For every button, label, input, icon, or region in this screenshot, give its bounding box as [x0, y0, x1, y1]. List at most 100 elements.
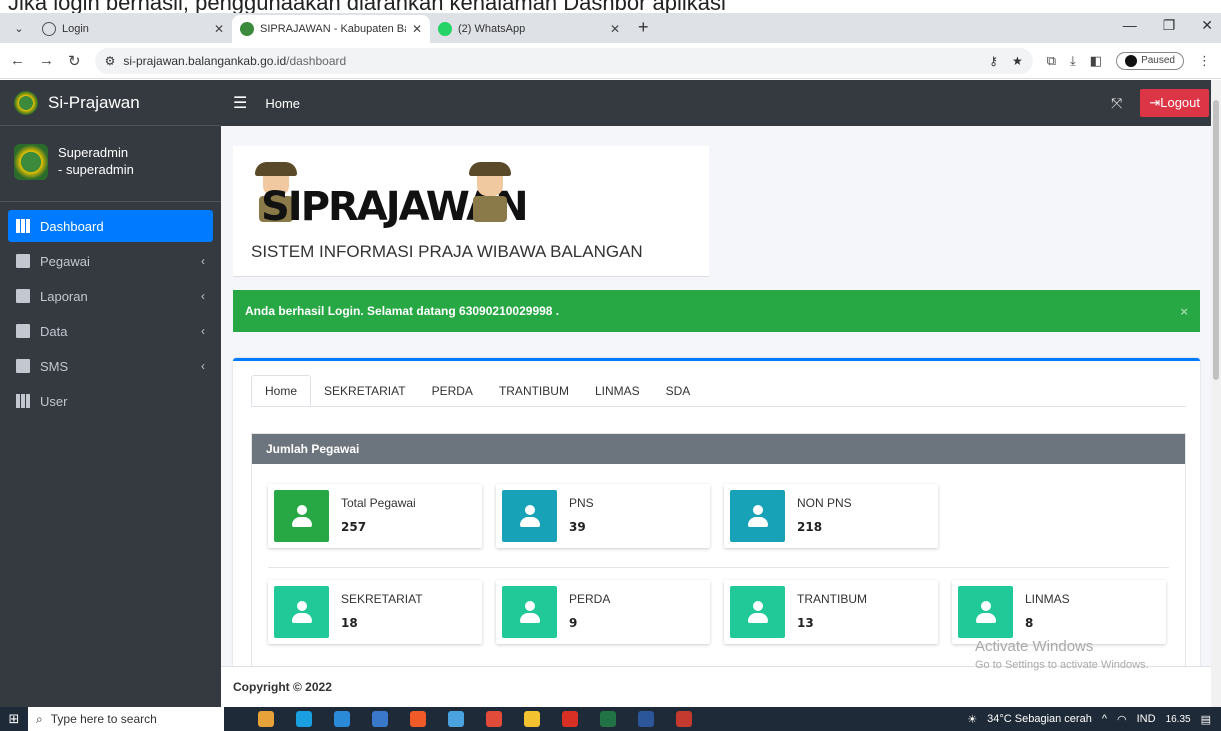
back-icon[interactable]: ←	[10, 52, 25, 69]
sidebar-item-label: SMS	[40, 358, 69, 374]
network-icon[interactable]: ◠	[1117, 713, 1127, 726]
browser-tab-bar: ⌄ Login ✕ SIPRAJAWAN - Kabupaten Bala… ✕…	[0, 13, 1221, 43]
weather-text[interactable]: 34°C Sebagian cerah	[987, 713, 1092, 725]
sidebar-item-pegawai[interactable]: Pegawai ‹	[8, 245, 213, 277]
url-field[interactable]: ⚙ si-prajawan.balangankab.go.id/dashboar…	[94, 47, 1033, 74]
login-success-alert: Anda berhasil Login. Selamat datang 6309…	[233, 290, 1200, 332]
menu-toggle-icon[interactable]: ☰	[233, 93, 247, 113]
brand-link[interactable]: Si-Prajawan	[0, 80, 221, 126]
info-box-value: 218	[797, 520, 823, 534]
new-tab-icon[interactable]: +	[638, 17, 649, 38]
language-indicator[interactable]: IND	[1137, 713, 1156, 725]
windows-start-icon[interactable]: ⊞	[0, 711, 28, 727]
nav-home-link[interactable]: Home	[265, 96, 300, 111]
alert-message: Anda berhasil Login. Selamat datang 6309…	[245, 304, 560, 318]
hero-banner: SIPRAJAWAN SISTEM INFORMASI PRAJA WIBAWA…	[233, 146, 709, 276]
user-panel[interactable]: Superadmin - superadmin	[0, 126, 221, 202]
weather-icon: ☀	[967, 713, 978, 726]
search-icon: ⌕	[36, 711, 43, 726]
tab-perda[interactable]: PERDA	[419, 375, 486, 406]
calculator-icon[interactable]	[372, 711, 388, 727]
app-icon[interactable]	[676, 711, 692, 727]
copy-icon	[16, 289, 30, 303]
sidebar: Si-Prajawan Superadmin - superadmin Dash…	[0, 80, 221, 707]
browser-tab-siprajawan[interactable]: SIPRAJAWAN - Kabupaten Bala… ✕	[232, 15, 430, 43]
panel-title: Jumlah Pegawai	[252, 434, 1185, 464]
password-key-icon[interactable]: ⚷	[989, 54, 998, 68]
sidepanel-icon[interactable]: ◧	[1090, 53, 1102, 69]
chrome-active-icon[interactable]	[562, 711, 578, 727]
user-icon	[274, 586, 329, 638]
top-navbar: ☰ Home ⤧ ⇥Logout	[221, 80, 1221, 126]
widgets-icon[interactable]	[258, 711, 274, 727]
edge-icon[interactable]	[296, 711, 312, 727]
browser-tab-login[interactable]: Login ✕	[34, 15, 232, 43]
tab-trantibum[interactable]: TRANTIBUM	[486, 375, 582, 406]
sidebar-item-label: Pegawai	[40, 253, 90, 269]
chevron-up-icon[interactable]: ^	[1102, 713, 1107, 725]
user-icon	[730, 490, 785, 542]
close-tab-icon[interactable]: ✕	[214, 22, 224, 36]
sidebar-item-sms[interactable]: SMS ‹	[8, 350, 213, 382]
url-domain: si-prajawan.balangankab.go.id	[123, 53, 287, 68]
mail-icon[interactable]	[334, 711, 350, 727]
info-box-label: NON PNS	[797, 496, 852, 510]
clock[interactable]: 16.35	[1166, 714, 1191, 725]
word-icon[interactable]	[638, 711, 654, 727]
info-box-label: SEKRETARIAT	[341, 592, 423, 606]
notification-icon[interactable]: ▤	[1201, 713, 1211, 726]
url-path: /dashboard	[286, 53, 347, 68]
download-icon[interactable]: ⤓	[1070, 53, 1076, 69]
close-tab-icon[interactable]: ✕	[610, 22, 620, 36]
firefox-icon[interactable]	[410, 711, 426, 727]
info-box-linmas: LINMAS 8	[952, 580, 1166, 644]
copy-icon	[16, 359, 30, 373]
scrollbar-thumb[interactable]	[1213, 100, 1219, 380]
sidebar-item-data[interactable]: Data ‹	[8, 315, 213, 347]
logout-button[interactable]: ⇥Logout	[1140, 89, 1209, 117]
sidebar-item-dashboard[interactable]: Dashboard	[8, 210, 213, 242]
tab-home[interactable]: Home	[251, 375, 312, 406]
th-icon	[16, 219, 30, 233]
tab-linmas[interactable]: LINMAS	[582, 375, 653, 406]
tab-search-chevron-icon[interactable]: ⌄	[8, 17, 30, 39]
bookmark-star-icon[interactable]: ★	[1012, 54, 1023, 68]
browser-tab-whatsapp[interactable]: (2) WhatsApp ✕	[430, 15, 628, 43]
sidebar-item-laporan[interactable]: Laporan ‹	[8, 280, 213, 312]
chrome-icon[interactable]	[486, 711, 502, 727]
close-window-icon[interactable]: ✕	[1201, 17, 1213, 34]
tab-sekretariat[interactable]: SEKRETARIAT	[311, 375, 419, 406]
profile-paused-button[interactable]: Paused	[1116, 51, 1184, 70]
minimize-icon[interactable]: —	[1123, 17, 1137, 34]
windows-taskbar: ⊞ ⌕ Type here to search ☀ 34°C Sebagian …	[0, 707, 1221, 731]
fullscreen-icon[interactable]: ⤧	[1111, 95, 1122, 112]
taskbar-search-box[interactable]: ⌕ Type here to search	[28, 707, 224, 731]
close-tab-icon[interactable]: ✕	[412, 22, 422, 36]
copy-icon	[16, 254, 30, 268]
page-scrollbar[interactable]	[1211, 80, 1221, 707]
avatar	[1125, 54, 1138, 67]
info-box-value: 9	[569, 616, 578, 630]
site-info-icon[interactable]: ⚙	[105, 54, 116, 68]
user-name: Superadmin	[58, 145, 129, 160]
sidebar-item-user[interactable]: User	[8, 385, 213, 417]
system-tray: ☀ 34°C Sebagian cerah ^ ◠ IND 16.35 ▤	[967, 713, 1221, 726]
watermark-subtitle: Go to Settings to activate Windows.	[975, 659, 1149, 671]
file-explorer-icon[interactable]	[524, 711, 540, 727]
app-subtitle: SISTEM INFORMASI PRAJA WIBAWA BALANGAN	[251, 242, 643, 261]
tab-sda[interactable]: SDA	[653, 375, 704, 406]
info-box-value: 257	[341, 520, 367, 534]
reload-icon[interactable]: ↻	[68, 52, 81, 70]
brand-text: Si-Prajawan	[48, 92, 140, 112]
taskbar-app-icons	[258, 711, 692, 727]
info-box-non-pns: NON PNS 218	[724, 484, 938, 548]
restore-icon[interactable]: ❐	[1163, 17, 1176, 34]
chevron-left-icon: ‹	[201, 289, 205, 303]
sidebar-item-label: Laporan	[40, 288, 88, 304]
forward-icon[interactable]: →	[39, 52, 54, 69]
excel-icon[interactable]	[600, 711, 616, 727]
photos-icon[interactable]	[448, 711, 464, 727]
more-menu-icon[interactable]: ⋮	[1198, 53, 1211, 69]
close-alert-icon[interactable]: ×	[1180, 304, 1188, 319]
extensions-icon[interactable]: ⧉	[1047, 53, 1056, 69]
